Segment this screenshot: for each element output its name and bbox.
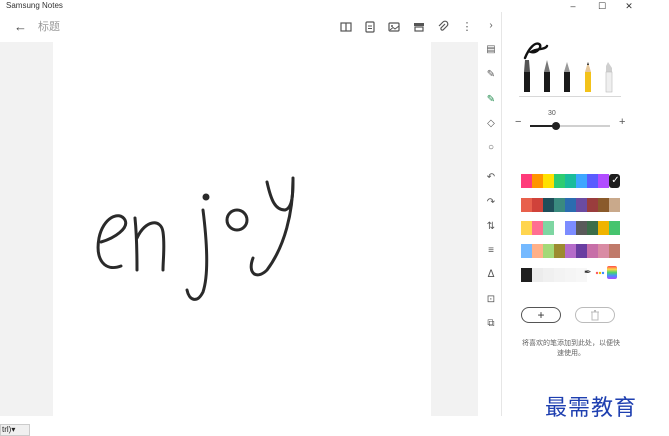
color-swatch[interactable]: [554, 244, 565, 258]
color-swatch[interactable]: [587, 174, 598, 188]
color-swatch[interactable]: [587, 244, 598, 258]
color-swatch[interactable]: [532, 268, 543, 282]
color-swatch[interactable]: [521, 174, 532, 188]
color-swatch[interactable]: [609, 221, 620, 235]
note-toolbar: ← 标题 ⋮: [0, 12, 478, 42]
ime-chip[interactable]: trl)▾: [0, 424, 30, 436]
pen-icon[interactable]: ✎: [483, 67, 499, 83]
favorite-pen-hint: 将喜欢的笔添加到此处，以便快速使用。: [522, 340, 620, 357]
palette-row: ✓: [521, 174, 620, 188]
stamp-icon[interactable]: [412, 20, 426, 34]
color-swatch[interactable]: [543, 268, 554, 282]
handwriting-drawing: [96, 176, 295, 301]
tool-strip: › ▤ ✎ ✎ ◇ ○ ↶ ↷ ⇅ ≡ ᐃ ⊡ ⧉: [480, 12, 502, 416]
insert-icon[interactable]: ⊡: [483, 292, 499, 308]
eraser-icon[interactable]: ◇: [483, 116, 499, 132]
palette-row: [521, 244, 620, 258]
color-swatch[interactable]: [543, 221, 554, 235]
back-arrow-icon[interactable]: ←: [14, 19, 30, 35]
color-swatch[interactable]: [543, 244, 554, 258]
pen-settings-panel: 30 − + ✓ ✒ + 将喜欢的笔添加到此处，以便快速使用。: [503, 12, 633, 416]
color-swatch[interactable]: [532, 174, 543, 188]
color-swatch[interactable]: [521, 244, 532, 258]
color-swatch[interactable]: [598, 198, 609, 212]
color-swatch[interactable]: [532, 244, 543, 258]
size-slider[interactable]: [530, 122, 610, 130]
canvas-area: enjoy: [0, 42, 478, 416]
watermark: 最需教育: [545, 396, 638, 421]
marker[interactable]: [604, 58, 614, 94]
size-increase-button[interactable]: +: [619, 116, 625, 128]
color-swatch[interactable]: [576, 174, 587, 188]
undo-icon[interactable]: ↶: [483, 170, 499, 186]
page-template-icon[interactable]: [363, 20, 377, 34]
app-title: Samsung Notes: [6, 1, 63, 10]
palette-row: [521, 198, 620, 212]
spacing-icon[interactable]: ⇅: [483, 219, 499, 235]
pen-divider: [519, 96, 621, 97]
more-icon[interactable]: ⋮: [460, 20, 474, 34]
color-swatch[interactable]: [521, 198, 532, 212]
color-swatch[interactable]: [598, 174, 609, 188]
eyedropper-icon[interactable]: ✒: [584, 267, 594, 279]
image-icon[interactable]: [387, 20, 401, 34]
maximize-button[interactable]: ☐: [587, 0, 617, 12]
title-bar: Samsung Notes – ☐ ✕: [0, 0, 669, 12]
close-button[interactable]: ✕: [614, 0, 644, 12]
attach-icon[interactable]: [436, 20, 450, 34]
palette-row: [521, 221, 620, 235]
color-swatch[interactable]: [609, 244, 620, 258]
color-swatch[interactable]: [565, 198, 576, 212]
minimize-button[interactable]: –: [558, 0, 588, 12]
color-swatch[interactable]: [554, 174, 565, 188]
add-favorite-pen-button[interactable]: +: [521, 307, 561, 323]
pencil[interactable]: [583, 58, 593, 94]
slider-thumb[interactable]: [551, 122, 560, 130]
color-swatch[interactable]: [532, 198, 543, 212]
selected-check-icon: ✓: [611, 175, 620, 186]
color-swatch[interactable]: [521, 268, 532, 282]
color-swatch[interactable]: [565, 268, 576, 282]
collapse-chevron-icon[interactable]: ›: [483, 18, 499, 34]
color-swatch[interactable]: [543, 174, 554, 188]
color-swatch[interactable]: [576, 244, 587, 258]
lasso-icon[interactable]: ○: [483, 140, 499, 156]
color-swatch[interactable]: [532, 221, 543, 235]
note-title[interactable]: 标题: [38, 19, 60, 35]
palette-icon[interactable]: [595, 267, 605, 279]
color-swatch[interactable]: ✓: [609, 174, 620, 188]
palette-row: [521, 268, 587, 282]
note-page[interactable]: enjoy: [53, 42, 431, 416]
trash-icon: [591, 310, 599, 321]
color-swatch[interactable]: [587, 221, 598, 235]
ai-icon[interactable]: ᐃ: [483, 267, 499, 283]
size-decrease-button[interactable]: −: [515, 116, 521, 128]
color-swatch[interactable]: [565, 174, 576, 188]
layers-icon[interactable]: ⧉: [483, 316, 499, 332]
color-swatch[interactable]: [521, 221, 532, 235]
color-swatch[interactable]: [543, 198, 554, 212]
text-mode-icon[interactable]: ▤: [483, 42, 499, 58]
fountain-pen[interactable]: [542, 58, 552, 94]
spectrum-icon[interactable]: [607, 266, 617, 279]
format-icon[interactable]: ≡: [483, 243, 499, 259]
color-swatch[interactable]: [587, 198, 598, 212]
size-value: 30: [548, 110, 556, 117]
redo-icon[interactable]: ↷: [483, 195, 499, 211]
calligraphy-pen[interactable]: [562, 58, 572, 94]
color-swatch[interactable]: [609, 198, 620, 212]
color-swatch[interactable]: [565, 221, 576, 235]
highlighter-icon[interactable]: ✎: [483, 92, 499, 108]
color-swatch[interactable]: [598, 221, 609, 235]
color-swatch[interactable]: [554, 198, 565, 212]
color-swatch[interactable]: [576, 198, 587, 212]
color-swatch[interactable]: [554, 221, 565, 235]
color-swatch[interactable]: [598, 244, 609, 258]
color-swatch[interactable]: [554, 268, 565, 282]
book-view-icon[interactable]: [339, 20, 353, 34]
color-swatch[interactable]: [565, 244, 576, 258]
delete-favorite-pen-button[interactable]: [575, 307, 615, 323]
brush-pen[interactable]: [522, 58, 532, 94]
color-swatch[interactable]: [576, 221, 587, 235]
